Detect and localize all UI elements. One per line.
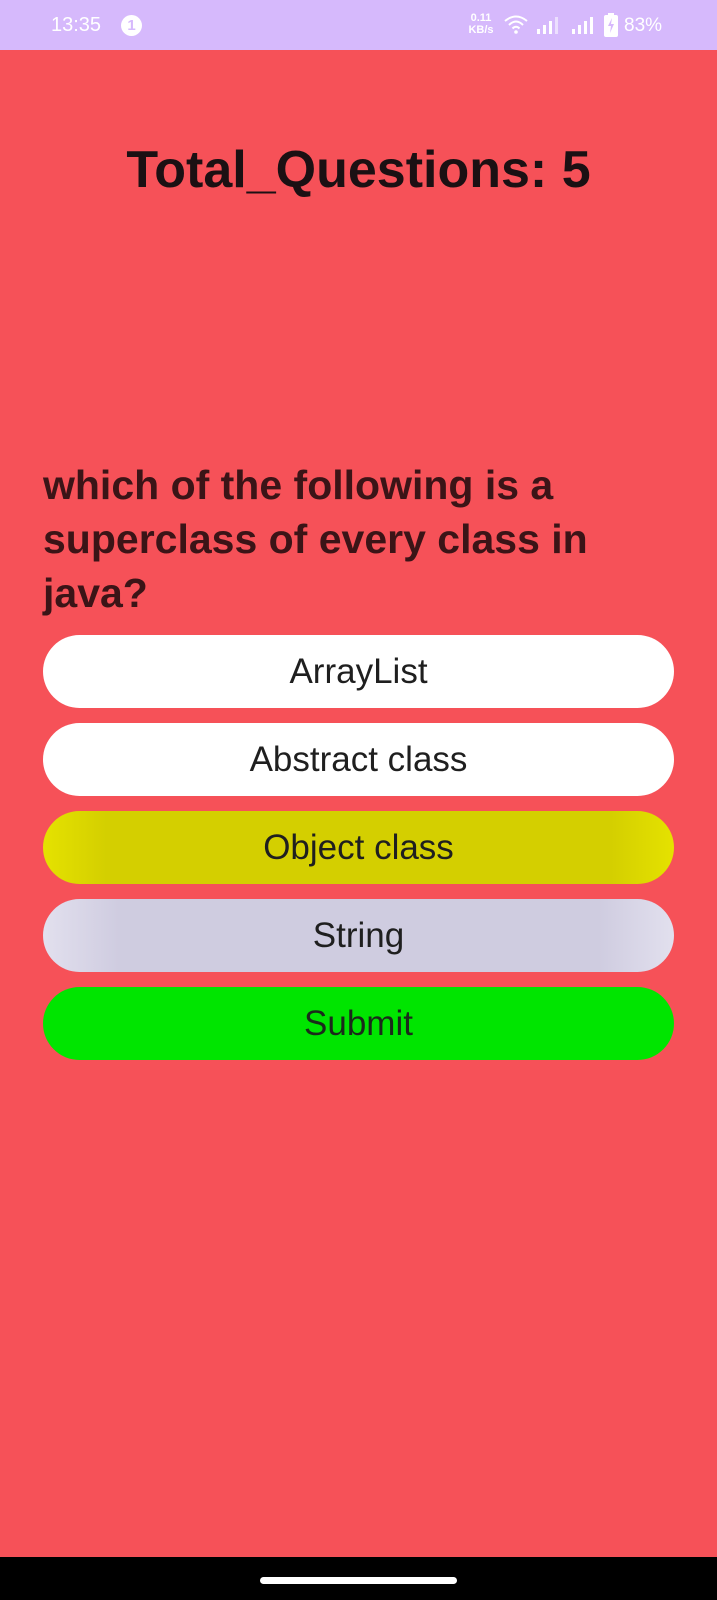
network-speed: 0.11 KB/s	[466, 12, 496, 36]
option-button-arraylist[interactable]: ArrayList	[43, 635, 674, 708]
battery-charging-icon	[604, 13, 618, 42]
submit-button[interactable]: Submit	[43, 987, 674, 1060]
network-speed-value: 0.11	[470, 12, 492, 24]
wifi-icon	[504, 14, 528, 39]
home-gesture-handle[interactable]	[260, 1577, 457, 1584]
question-text: which of the following is a superclass o…	[43, 462, 588, 616]
notification-badge: 1	[121, 15, 142, 36]
navigation-bar	[0, 1557, 717, 1600]
option-button-string[interactable]: String	[43, 899, 674, 972]
signal-icon	[571, 16, 595, 39]
battery-percent: 83%	[624, 15, 663, 36]
network-speed-unit: KB/s	[468, 24, 494, 36]
status-bar: 13:35 1 0.11 KB/s 83%	[0, 0, 717, 50]
total-questions-label: Total_Questions: 5	[126, 141, 591, 199]
option-button-object-class[interactable]: Object class	[43, 811, 674, 884]
status-time: 13:35	[51, 14, 102, 36]
signal-icon	[536, 16, 560, 39]
option-button-abstract-class[interactable]: Abstract class	[43, 723, 674, 796]
